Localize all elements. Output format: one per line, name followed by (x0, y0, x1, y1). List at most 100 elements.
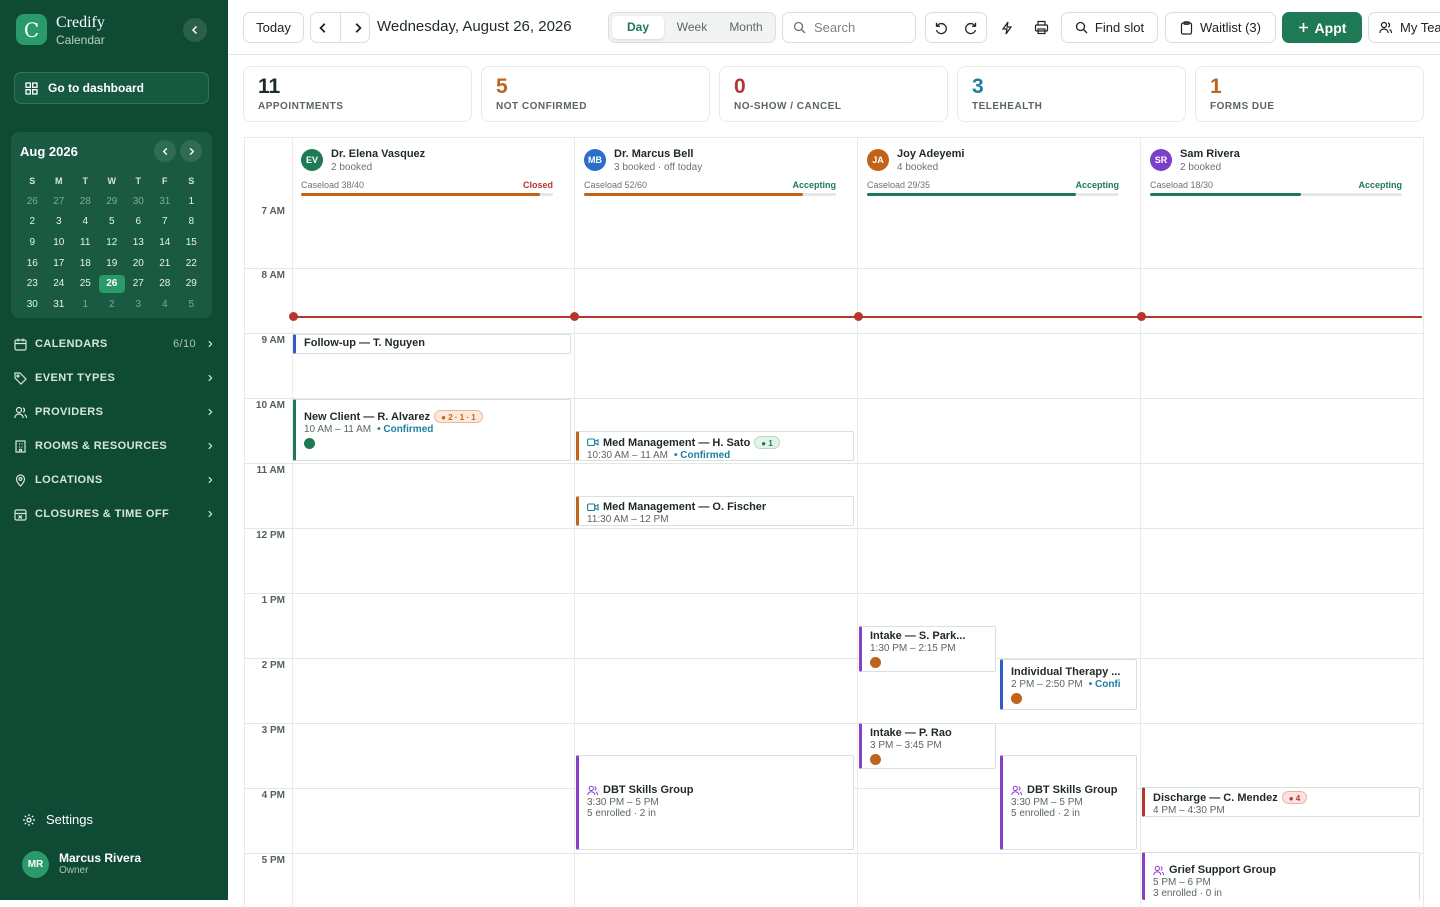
tab-week[interactable]: Week (666, 16, 718, 39)
mini-calendar-day[interactable]: 28 (72, 193, 99, 211)
prev-day-button[interactable] (317, 22, 329, 34)
provider-column-header[interactable]: EV Dr. Elena Vasquez 2 booked Caseload 3… (289, 138, 559, 198)
next-month-button[interactable] (180, 140, 202, 162)
mini-calendar-day[interactable]: 12 (99, 234, 126, 252)
mini-calendar-day[interactable]: 17 (46, 255, 73, 273)
group-session-card[interactable]: DBT Skills Group 3:30 PM – 5 PM 5 enroll… (1000, 755, 1137, 850)
mini-calendar-day[interactable]: 27 (46, 193, 73, 211)
status-badge: ● 2 · 1 · 1 (434, 410, 483, 423)
team-filter-button[interactable]: My Tea (1368, 12, 1440, 43)
group-session-card[interactable]: DBT Skills Group 3:30 PM – 5 PM 5 enroll… (576, 755, 854, 850)
sidebar-item-rooms-resources[interactable]: ROOMS & RESOURCES (14, 435, 214, 457)
appointment-title: New Client — R. Alvarez (304, 410, 431, 423)
enrollment-info: 3 enrolled · 0 in (1153, 888, 1222, 899)
sidebar-item-event-types[interactable]: EVENT TYPES (14, 367, 214, 389)
mini-calendar-day[interactable]: 29 (178, 275, 205, 293)
mini-calendar-day[interactable]: 28 (152, 275, 179, 293)
sidebar-item-calendars[interactable]: CALENDARS 6/10 (14, 333, 214, 355)
sidebar-item-label: CALENDARS (35, 338, 108, 350)
appointment-card[interactable]: Discharge — C. Mendez ● 4 4 PM – 4:30 PM (1142, 787, 1420, 817)
appointment-card[interactable]: Intake — S. Park... 1:30 PM – 2:15 PM (859, 626, 996, 672)
mini-calendar-day[interactable]: 21 (152, 255, 179, 273)
mini-calendar-day[interactable]: 8 (178, 213, 205, 231)
appointment-card[interactable]: Med Management — H. Sato ● 1 10:30 AM – … (576, 431, 854, 461)
stat-value: 5 (496, 75, 508, 98)
mini-calendar-day[interactable]: 16 (19, 255, 46, 273)
mini-calendar-day[interactable]: 11 (72, 234, 99, 252)
mini-calendar-day-selected[interactable]: 26 (98, 275, 125, 294)
history-controls (925, 12, 987, 43)
caseload: Caseload 29/35 (867, 180, 931, 190)
mini-calendar-day[interactable]: 24 (46, 275, 73, 293)
mini-calendar-grid: S M T W T F S 26 27 28 29 30 31 1 2 3 4 5 6 7 8 9 10 11 12 13 14 15… (19, 171, 205, 315)
mini-calendar-day[interactable]: 30 (19, 296, 46, 314)
mini-calendar-day[interactable]: 4 (152, 296, 179, 314)
provider-column-header[interactable]: SR Sam Rivera 2 booked Caseload 18/30 Ac… (1138, 138, 1408, 198)
tab-month[interactable]: Month (720, 16, 772, 39)
mini-calendar-day[interactable]: 2 (19, 213, 46, 231)
appointment-card[interactable]: Med Management — O. Fischer 11:30 AM – 1… (576, 496, 854, 526)
provider-name: Joy Adeyemi (897, 148, 965, 160)
caseload-bar (301, 193, 553, 196)
mini-calendar-day[interactable]: 13 (125, 234, 152, 252)
appointment-card[interactable]: Follow-up — T. Nguyen (293, 334, 571, 354)
today-button[interactable]: Today (243, 12, 304, 43)
mini-calendar-day[interactable]: 15 (178, 234, 205, 252)
mini-calendar-day[interactable]: 26 (19, 193, 46, 211)
group-session-card[interactable]: Grief Support Group 5 PM – 6 PM 3 enroll… (1142, 852, 1420, 900)
mini-calendar-day[interactable]: 3 (125, 296, 152, 314)
settings-button[interactable]: Settings (22, 812, 93, 827)
mini-calendar-day[interactable]: 20 (125, 255, 152, 273)
appointment-card[interactable]: Intake — P. Rao 3 PM – 3:45 PM (859, 723, 996, 769)
mini-calendar-day[interactable]: 18 (72, 255, 99, 273)
mini-calendar-day[interactable]: 27 (125, 275, 152, 293)
mini-calendar-day[interactable]: 3 (46, 213, 73, 231)
quick-actions-button[interactable] (993, 12, 1021, 43)
prev-month-button[interactable] (154, 140, 176, 162)
mini-calendar-day[interactable]: 1 (178, 193, 205, 211)
next-day-button[interactable] (352, 22, 364, 34)
undo-icon[interactable] (934, 21, 948, 35)
mini-calendar-day[interactable]: 2 (99, 296, 126, 314)
mini-calendar-day[interactable]: 10 (46, 234, 73, 252)
hour-label: 11 AM (256, 465, 285, 476)
mini-calendar-day[interactable]: 25 (72, 275, 99, 293)
mini-calendar-day[interactable]: 14 (152, 234, 179, 252)
mini-calendar-day[interactable]: 6 (125, 213, 152, 231)
mini-calendar-day[interactable]: 1 (72, 296, 99, 314)
print-button[interactable] (1027, 12, 1055, 43)
appointment-card[interactable]: New Client — R. Alvarez ● 2 · 1 · 1 10 A… (293, 399, 571, 461)
go-to-dashboard-button[interactable]: Go to dashboard (14, 72, 209, 104)
new-appointment-button[interactable]: Appt (1282, 12, 1362, 43)
provider-column-header[interactable]: MB Dr. Marcus Bell 3 booked · off today … (572, 138, 842, 198)
sidebar-item-providers[interactable]: PROVIDERS (14, 401, 214, 423)
provider-column-header[interactable]: JA Joy Adeyemi 4 booked Caseload 29/35 A… (855, 138, 1125, 198)
tab-day[interactable]: Day (612, 16, 664, 39)
mini-calendar-day[interactable]: 31 (152, 193, 179, 211)
mini-calendar-day[interactable]: 5 (178, 296, 205, 314)
mini-calendar-day[interactable]: 30 (125, 193, 152, 211)
mini-calendar-day[interactable]: 7 (152, 213, 179, 231)
hour-label: 2 PM (261, 660, 285, 671)
refresh-icon[interactable] (964, 21, 978, 35)
users-icon (1379, 21, 1393, 34)
appointment-card[interactable]: Individual Therapy ... 2 PM – 2:50 PM • C… (1000, 659, 1137, 710)
mini-calendar-day[interactable]: 23 (19, 275, 46, 293)
search-input[interactable]: Search (782, 12, 916, 43)
mini-calendar-day[interactable]: 31 (46, 296, 73, 314)
mini-calendar-day[interactable]: 19 (99, 255, 126, 273)
weekday-header: W (107, 176, 117, 187)
mini-calendar-day[interactable]: 4 (72, 213, 99, 231)
mini-calendar-day[interactable]: 29 (99, 193, 126, 211)
badge-count: 1 (768, 439, 773, 448)
mini-calendar-day[interactable]: 22 (178, 255, 205, 273)
appointment-title: Med Management — O. Fischer (603, 501, 767, 513)
sidebar-item-locations[interactable]: LOCATIONS (14, 469, 214, 491)
find-slot-button[interactable]: Find slot (1061, 12, 1158, 43)
mini-calendar-day[interactable]: 5 (99, 213, 126, 231)
mini-calendar-day[interactable]: 9 (19, 234, 46, 252)
waitlist-button[interactable]: Waitlist (3) (1165, 12, 1276, 43)
sidebar-item-closures-time-off[interactable]: CLOSURES & TIME OFF (14, 503, 214, 525)
collapse-sidebar-button[interactable] (183, 18, 207, 42)
avatar[interactable]: MR (22, 851, 49, 878)
